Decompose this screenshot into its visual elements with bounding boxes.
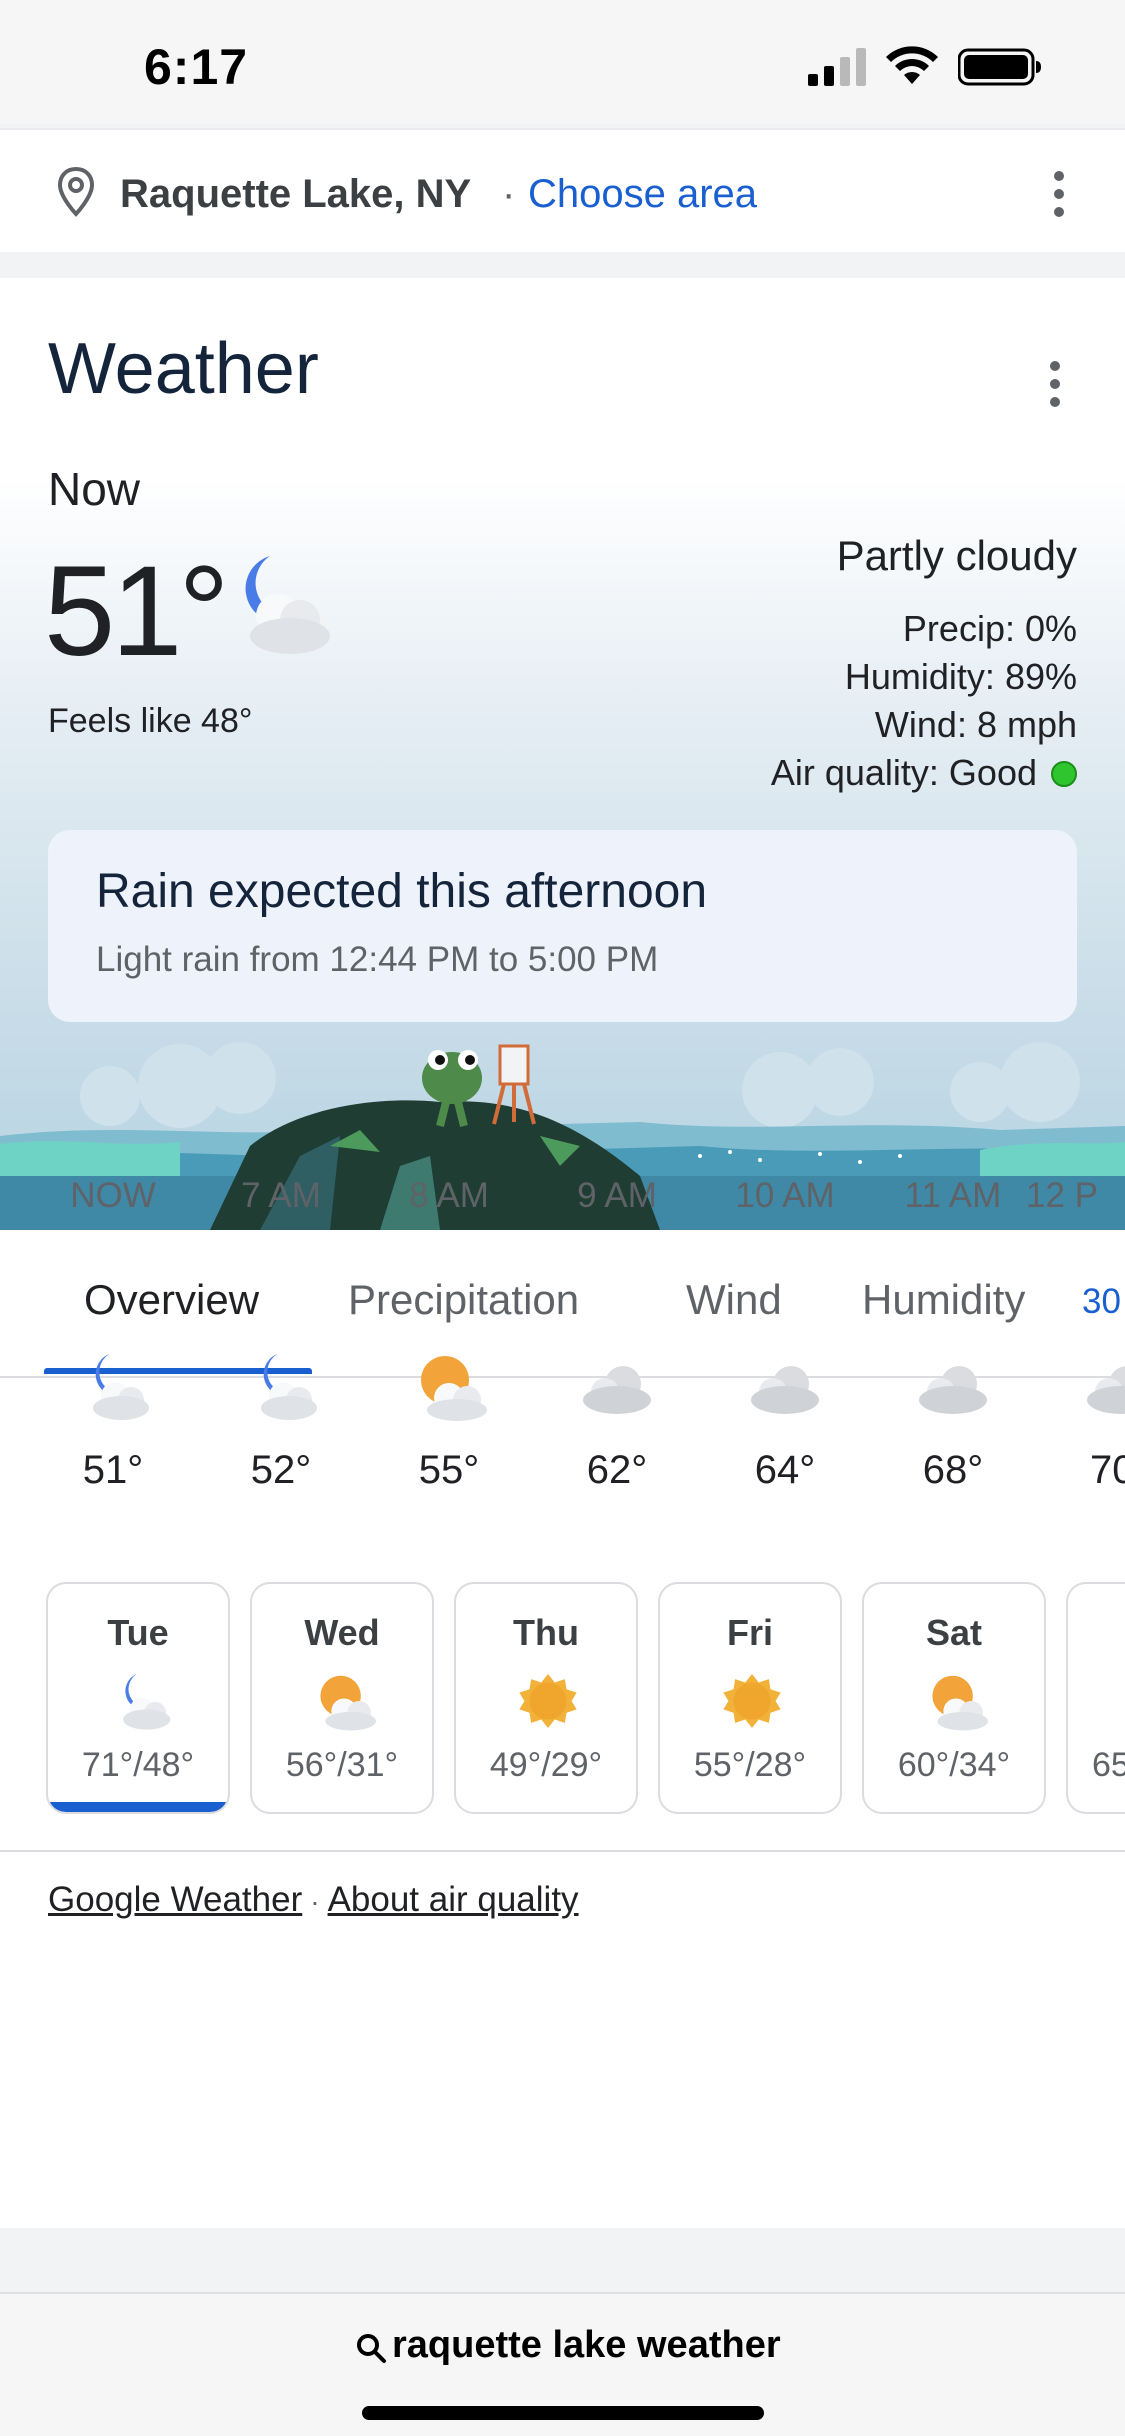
day-card-partial[interactable]: 65 (1066, 1582, 1125, 1814)
hour-precip: 30 (1082, 1282, 1121, 1321)
day-name: Tue (107, 1612, 169, 1653)
weather-more-options-icon[interactable] (1048, 358, 1062, 410)
location-separator: · (502, 172, 516, 216)
air-quality-label: Air quality: Good (770, 752, 1037, 793)
precip-value: Precip: 0% (902, 608, 1077, 649)
wifi-icon (886, 46, 938, 84)
footer-separator: · (310, 1886, 320, 1917)
sun-cloud-icon (320, 1675, 376, 1731)
air-quality-dot-icon (1051, 761, 1077, 787)
status-bar: 6:17 (0, 0, 1125, 124)
choose-area-link[interactable]: Choose area (528, 172, 757, 217)
moon-cloud-icon (261, 1354, 317, 1420)
search-icon (357, 2334, 386, 2363)
day-card-sat[interactable]: Sat 60°/34° (862, 1582, 1046, 1814)
location-pin-icon (57, 166, 95, 217)
divider (0, 1850, 1125, 1852)
day-temps: 56°/31° (285, 1746, 399, 1784)
hour-time: 11 AM (904, 1176, 1002, 1215)
alert-subtitle: Light rain from 12:44 PM to 5:00 PM (96, 940, 659, 979)
tab-humidity[interactable]: Humidity (862, 1276, 1025, 1324)
cloud-icon (751, 1366, 819, 1414)
google-weather-link[interactable]: Google Weather (48, 1880, 302, 1919)
more-options-icon[interactable] (1052, 168, 1066, 220)
condition-text: Partly cloudy (836, 532, 1077, 579)
day-temps: 55°/28° (693, 1746, 807, 1784)
hour-time: 9 AM (577, 1176, 657, 1215)
search-query[interactable]: raquette lake weather (392, 2324, 781, 2367)
tab-wind[interactable]: Wind (686, 1276, 782, 1324)
hour-temp: 52° (250, 1448, 312, 1492)
selected-day-indicator (48, 1802, 228, 1812)
cloud-icon (1087, 1366, 1125, 1414)
day-name: Fri (726, 1612, 773, 1653)
tab-overview[interactable]: Overview (84, 1276, 259, 1324)
day-temps: 71°/48° (81, 1746, 195, 1784)
day-card-tue[interactable]: Tue 71°/48° (46, 1582, 230, 1814)
hour-temp: 51° (82, 1448, 144, 1492)
day-name: Wed (304, 1612, 380, 1653)
day-name: Thu (513, 1612, 579, 1653)
bottom-search-bar[interactable]: raquette lake weather (0, 2292, 1125, 2436)
location-bar: Raquette Lake, NY · Choose area (0, 128, 1125, 252)
tab-precipitation[interactable]: Precipitation (348, 1276, 579, 1324)
hour-temp: 68° (922, 1448, 984, 1492)
day-temps: 49°/29° (489, 1746, 603, 1784)
hour-temp: 55° (418, 1448, 480, 1492)
day-card-fri[interactable]: Fri 55°/28° (658, 1582, 842, 1814)
feels-like: Feels like 48° (48, 702, 253, 740)
hour-temp: 64° (754, 1448, 816, 1492)
day-temps: 65 (1092, 1746, 1125, 1784)
cloud-icon (919, 1366, 987, 1414)
cloud-icon (583, 1366, 651, 1414)
moon-cloud-icon (245, 556, 330, 654)
hour-temp: 62° (586, 1448, 648, 1492)
sun-cloud-icon (932, 1675, 988, 1731)
hour-time: 7 AM (241, 1176, 321, 1215)
about-air-quality-link[interactable]: About air quality (328, 1880, 579, 1919)
cellular-signal-icon (808, 48, 866, 86)
day-temps: 60°/34° (897, 1746, 1011, 1784)
sun-icon (723, 1674, 781, 1728)
location-name: Raquette Lake, NY (120, 172, 472, 216)
weather-card: Weather Now 51° Feels like 48° Partly cl… (0, 278, 1125, 2228)
hour-time: 12 P (1026, 1176, 1098, 1215)
sun-icon (519, 1674, 577, 1728)
hour-time: 8 AM (409, 1176, 489, 1215)
air-quality: Air quality: Good (771, 752, 1077, 794)
day-card-thu[interactable]: Thu 49°/29° (454, 1582, 638, 1814)
day-card-wed[interactable]: Wed 56°/31° (250, 1582, 434, 1814)
weather-footer: Google Weather · About air quality (48, 1880, 579, 1920)
hour-time: 10 AM (735, 1176, 835, 1215)
humidity-value: Humidity: 89% (844, 656, 1077, 697)
status-time: 6:17 (144, 39, 249, 95)
day-name: Sat (925, 1612, 983, 1653)
sun-cloud-icon (421, 1356, 487, 1421)
wind-value: Wind: 8 mph (874, 704, 1077, 745)
home-indicator[interactable] (362, 2406, 764, 2420)
current-temperature: 51° (44, 540, 230, 683)
weather-title: Weather (48, 329, 319, 409)
page-gap (0, 2228, 1125, 2292)
moon-cloud-icon (93, 1354, 149, 1420)
now-label: Now (48, 463, 141, 515)
battery-icon (958, 48, 1041, 86)
moon-cloud-icon (123, 1674, 171, 1730)
rain-alert[interactable]: Rain expected this afternoon Light rain … (48, 830, 1077, 1022)
hour-temp: 70 (1090, 1448, 1125, 1492)
alert-title: Rain expected this afternoon (96, 865, 708, 918)
hour-time: NOW (70, 1176, 156, 1215)
